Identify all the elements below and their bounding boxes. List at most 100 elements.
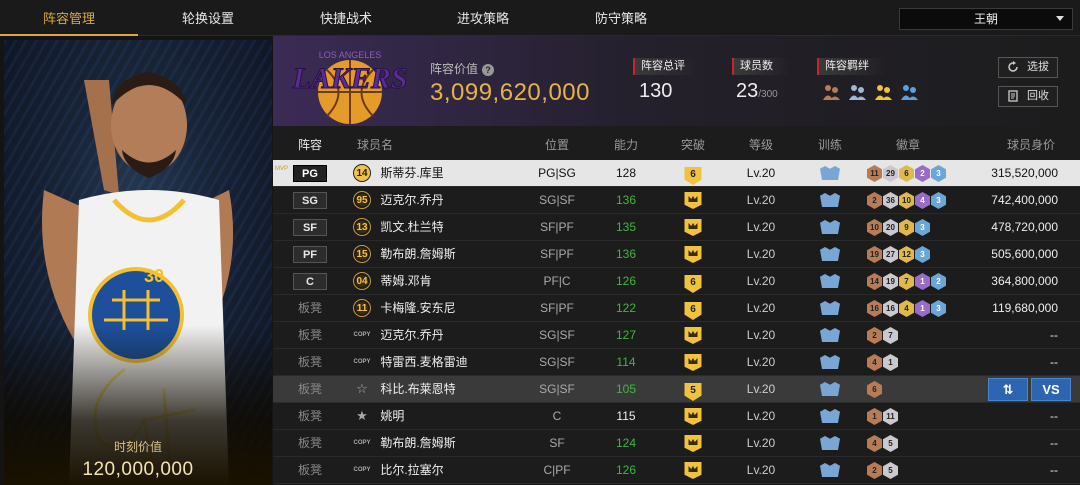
- table-row[interactable]: 板凳 COPY 特雷西.麦格雷迪 SG|SF 114 Lv.20 4 1 --: [273, 349, 1080, 376]
- jersey-number-icon: 13: [353, 218, 371, 236]
- row-training[interactable]: [820, 268, 840, 295]
- tab-offense[interactable]: 进攻策略: [414, 0, 552, 36]
- table-row[interactable]: 板凳 COPY 比尔.拉塞尔 C|PF 126 Lv.20 2 5 --: [273, 457, 1080, 484]
- row-training[interactable]: [820, 349, 840, 376]
- col-rating[interactable]: 能力: [614, 136, 638, 153]
- lineup-value: 3,099,620,000: [430, 79, 590, 106]
- col-value[interactable]: 球员身价: [1007, 136, 1055, 153]
- player-name[interactable]: 卡梅隆.安东尼: [380, 295, 455, 322]
- player-name[interactable]: 特雷西.麦格雷迪: [380, 349, 467, 376]
- player-name[interactable]: 斯蒂芬.库里: [380, 160, 443, 187]
- badge-icon: 29: [883, 165, 898, 182]
- badge-icon: 16: [883, 300, 898, 317]
- row-rating: 105: [615, 382, 637, 396]
- table-row[interactable]: 板凳 COPY 迈克尔.乔丹 SG|SF 127 Lv.20 2 7 --: [273, 322, 1080, 349]
- bond-icon-gold[interactable]: [873, 82, 893, 102]
- table-row[interactable]: SG 95 迈克尔.乔丹 SG|SF 136 Lv.20 2 36 10 4 3 742,400,…: [273, 187, 1080, 214]
- row-position: SG|SF: [539, 382, 575, 396]
- player-name[interactable]: 姚明: [380, 403, 404, 430]
- table-row[interactable]: 板凳 ★ 姚明 C 115 Lv.20 1 11 --: [273, 403, 1080, 430]
- player-name[interactable]: 迈克尔.乔丹: [380, 187, 443, 214]
- row-position: C: [552, 409, 562, 423]
- badge-icon: 20: [883, 219, 898, 236]
- table-row[interactable]: 板凳 11 卡梅隆.安东尼 SF|PF 122 6 Lv.20 16 16 4 1 3 119,68…: [273, 295, 1080, 322]
- table-row[interactable]: 板凳 COPY 勒布朗.詹姆斯 SF 124 Lv.20 4 5 --: [273, 430, 1080, 457]
- row-training[interactable]: [820, 295, 840, 322]
- row-player: COPY 比尔.拉塞尔: [353, 457, 443, 484]
- badge-icon: 11: [867, 165, 882, 182]
- col-player-name[interactable]: 球员名: [357, 136, 393, 153]
- badge-icon: 7: [883, 327, 898, 344]
- table-row[interactable]: SF 13 凯文.杜兰特 SF|PF 135 Lv.20 10 20 9 3 478,720,0…: [273, 214, 1080, 241]
- player-name[interactable]: 比尔.拉塞尔: [380, 457, 443, 484]
- tab-quick-tactics[interactable]: 快捷战术: [277, 0, 415, 36]
- tab-defense[interactable]: 防守策略: [552, 0, 690, 36]
- row-breakthrough: [684, 187, 702, 214]
- training-crown-icon: [820, 247, 840, 261]
- row-player: 95 迈克尔.乔丹: [353, 187, 444, 214]
- swap-button[interactable]: ⇅: [988, 378, 1028, 401]
- bond-icons[interactable]: [821, 82, 919, 102]
- col-lineup[interactable]: 阵容: [298, 136, 322, 153]
- tab-rotation[interactable]: 轮换设置: [139, 0, 277, 36]
- table-row[interactable]: C 04 蒂姆.邓肯 PF|C 126 6 Lv.20 14 19 7 1 2 364,800,00…: [273, 268, 1080, 295]
- row-training[interactable]: [820, 322, 840, 349]
- player-name[interactable]: 勒布朗.詹姆斯: [380, 241, 455, 268]
- row-training[interactable]: [820, 241, 840, 268]
- col-position[interactable]: 位置: [545, 136, 569, 153]
- row-training[interactable]: [820, 457, 840, 484]
- card-value: 120,000,000: [82, 459, 194, 480]
- bond-icon-blue[interactable]: [899, 82, 919, 102]
- row-training[interactable]: [820, 160, 840, 187]
- jersey-number-icon: 95: [353, 191, 371, 209]
- table-row[interactable]: PG MVP 14 斯蒂芬.库里 PG|SG 128 6 Lv.20 11 29 6 2 3 315,…: [273, 160, 1080, 187]
- top-nav: 阵容管理 轮换设置 快捷战术 进攻策略 防守策略 王朝: [0, 0, 1080, 36]
- copy-icon: COPY: [353, 467, 371, 473]
- training-crown-icon: [820, 382, 840, 396]
- row-training[interactable]: [820, 430, 840, 457]
- select-button[interactable]: 选拔: [998, 57, 1058, 78]
- badge-icon: 3: [915, 219, 930, 236]
- row-breakthrough: 6: [684, 160, 702, 187]
- row-role: PF: [293, 241, 327, 268]
- tab-lineup[interactable]: 阵容管理: [0, 0, 138, 36]
- training-crown-icon: [820, 301, 840, 315]
- badge-icon: 1: [883, 354, 898, 371]
- row-position: SF|PF: [540, 247, 574, 261]
- col-level[interactable]: 等级: [749, 136, 773, 153]
- compare-button[interactable]: VS: [1031, 378, 1071, 401]
- row-badges[interactable]: 25: [867, 462, 898, 485]
- col-breakthrough[interactable]: 突破: [681, 136, 705, 153]
- team-select[interactable]: 王朝: [899, 8, 1073, 30]
- recycle-button[interactable]: 回收: [998, 86, 1058, 107]
- row-training[interactable]: [820, 187, 840, 214]
- help-icon[interactable]: ?: [482, 64, 495, 76]
- row-position: PF|C: [543, 274, 571, 288]
- row-position: C|PF: [543, 463, 571, 477]
- row-value: 478,720,000: [991, 220, 1058, 234]
- col-badges[interactable]: 徽章: [896, 136, 920, 153]
- row-training[interactable]: [820, 214, 840, 241]
- row-rating: 136: [615, 247, 637, 261]
- row-training[interactable]: [820, 376, 840, 403]
- table-row[interactable]: PF 15 勒布朗.詹姆斯 SF|PF 136 Lv.20 19 27 12 3 505,600…: [273, 241, 1080, 268]
- row-role: C: [293, 268, 327, 295]
- bond-icon-bronze[interactable]: [821, 82, 841, 102]
- player-name[interactable]: 科比.布莱恩特: [380, 376, 455, 403]
- breakthrough-shield-icon: 6: [684, 167, 702, 185]
- row-value: 742,400,000: [991, 193, 1058, 207]
- table-row[interactable]: 板凳 ☆ 科比.布莱恩特 SG|SF 105 5 Lv.20 6 ⇅ VS: [273, 376, 1080, 403]
- player-name[interactable]: 勒布朗.詹姆斯: [380, 430, 455, 457]
- player-name[interactable]: 凯文.杜兰特: [380, 214, 443, 241]
- row-rating: 126: [615, 274, 637, 288]
- badge-icon: 10: [867, 219, 882, 236]
- col-training[interactable]: 训练: [818, 136, 842, 153]
- player-name[interactable]: 蒂姆.邓肯: [380, 268, 431, 295]
- badge-icon: 6: [867, 381, 882, 398]
- row-training[interactable]: [820, 403, 840, 430]
- player-name[interactable]: 迈克尔.乔丹: [380, 322, 443, 349]
- row-level: Lv.20: [746, 409, 776, 423]
- bond-icon-silver[interactable]: [847, 82, 867, 102]
- position-badge: SF: [293, 219, 327, 236]
- player-card[interactable]: 30 时刻价值 120,000,000: [4, 40, 272, 485]
